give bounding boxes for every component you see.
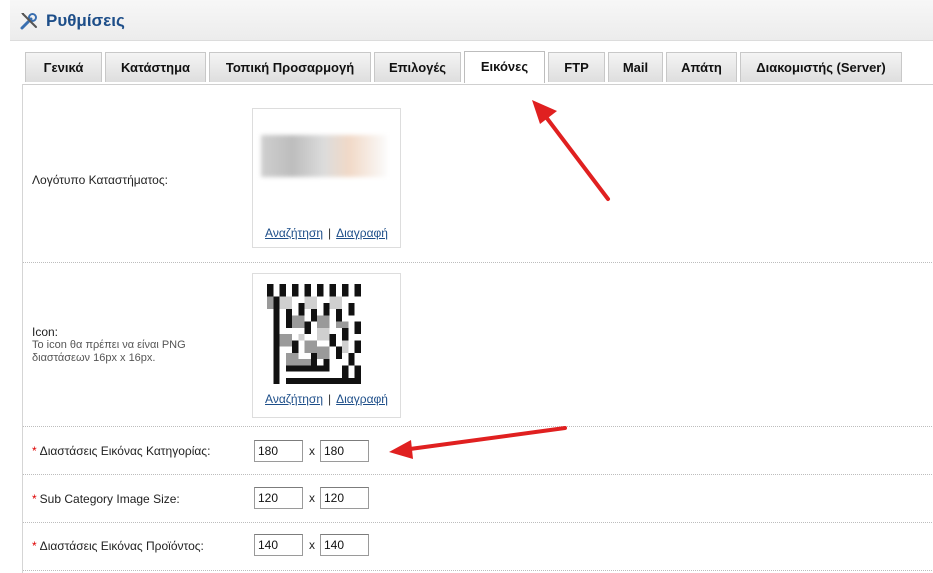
arrow-to-category-size <box>389 426 567 459</box>
annotation-arrows <box>389 100 610 459</box>
arrow-to-images-tab <box>532 100 610 201</box>
